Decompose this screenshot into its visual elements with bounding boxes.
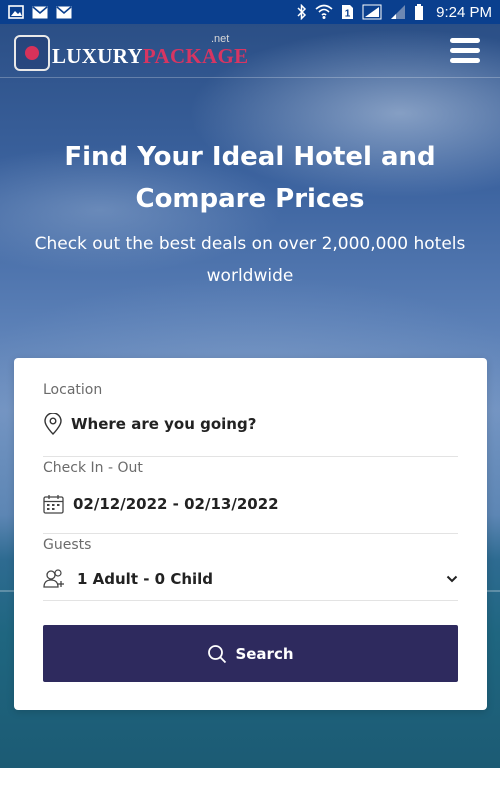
location-input[interactable] bbox=[71, 415, 431, 433]
search-button-label: Search bbox=[235, 644, 294, 663]
location-label: Location bbox=[43, 382, 103, 398]
signal-weak-icon bbox=[390, 4, 406, 20]
status-time: 9:24 PM bbox=[436, 3, 492, 21]
signal-icon bbox=[362, 4, 382, 20]
search-button[interactable]: Search bbox=[43, 625, 458, 682]
chevron-down-icon[interactable] bbox=[446, 575, 458, 583]
guests-label: Guests bbox=[43, 537, 92, 553]
bluetooth-icon bbox=[297, 4, 307, 20]
sim-icon: 1 bbox=[341, 4, 354, 20]
status-bar-left bbox=[8, 4, 72, 20]
hamburger-menu-icon[interactable] bbox=[450, 38, 480, 64]
add-user-icon bbox=[43, 569, 65, 589]
logo-dot bbox=[25, 46, 39, 60]
logo-mark bbox=[14, 35, 50, 71]
search-icon bbox=[207, 644, 227, 664]
navbar: LUXURY PACKAGE .net bbox=[0, 24, 500, 78]
page-bottom bbox=[0, 768, 500, 800]
guests-field[interactable]: Guests 1 Adult - 0 Child bbox=[43, 537, 458, 593]
dates-value: 02/12/2022 - 02/13/2022 bbox=[73, 495, 279, 513]
location-field: Location bbox=[43, 382, 458, 438]
sim-number: 1 bbox=[345, 9, 351, 20]
divider bbox=[43, 533, 458, 534]
search-card: Location Check In - Out 02/12/2022 - 02/… bbox=[14, 358, 487, 710]
mail-icon bbox=[32, 4, 48, 20]
mail-icon bbox=[56, 4, 72, 20]
map-pin-icon bbox=[43, 413, 63, 435]
guests-value: 1 Adult - 0 Child bbox=[77, 570, 214, 588]
logo-text-luxury: LUXURY bbox=[52, 43, 143, 68]
status-bar: 1 9:24 PM bbox=[0, 0, 500, 24]
image-icon bbox=[8, 4, 24, 20]
status-bar-right: 1 9:24 PM bbox=[297, 4, 492, 21]
divider bbox=[43, 456, 458, 457]
logo-text-package: PACKAGE bbox=[142, 43, 249, 68]
divider bbox=[43, 600, 458, 601]
hero-subline: Check out the best deals on over 2,000,0… bbox=[34, 234, 466, 286]
calendar-icon bbox=[43, 494, 64, 514]
dates-label: Check In - Out bbox=[43, 460, 143, 476]
battery-icon bbox=[414, 4, 424, 20]
logo-suffix: .net bbox=[211, 33, 230, 45]
dates-field[interactable]: Check In - Out 02/12/2022 - 02/13/2022 bbox=[43, 460, 458, 518]
site-logo[interactable]: LUXURY PACKAGE .net bbox=[14, 33, 248, 73]
hero-headline: Find Your Ideal Hotel and Compare Prices bbox=[64, 142, 436, 214]
wifi-icon bbox=[315, 4, 333, 20]
